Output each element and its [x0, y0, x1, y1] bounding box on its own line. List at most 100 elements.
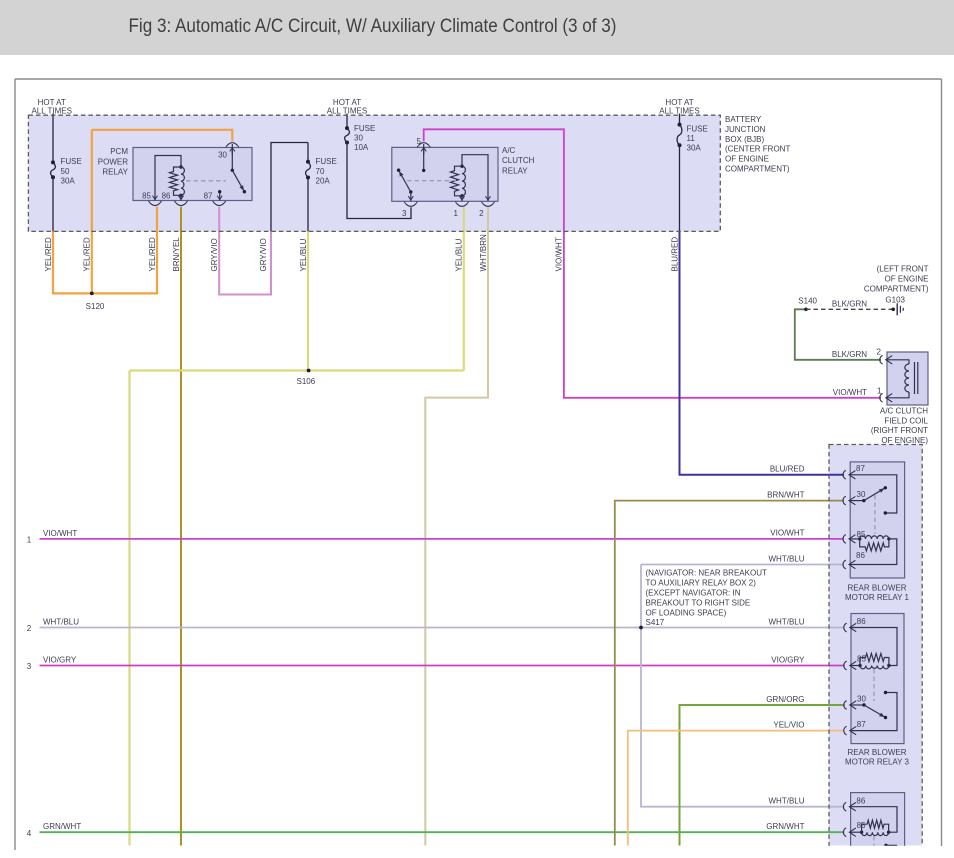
svg-text:PCM: PCM — [110, 147, 128, 156]
svg-text:87: 87 — [204, 191, 213, 200]
svg-text:1: 1 — [27, 536, 32, 545]
svg-text:70: 70 — [316, 167, 325, 176]
svg-text:FUSE: FUSE — [687, 124, 708, 133]
svg-text:OF ENGINE): OF ENGINE) — [881, 436, 928, 445]
svg-text:BATTERY: BATTERY — [725, 115, 762, 124]
svg-text:HOT AT: HOT AT — [665, 98, 693, 107]
svg-text:3: 3 — [402, 209, 407, 218]
svg-text:FUSE: FUSE — [316, 157, 337, 166]
svg-text:10A: 10A — [354, 143, 369, 152]
svg-text:(RIGHT FRONT: (RIGHT FRONT — [871, 426, 928, 435]
svg-text:COMPARTMENT): COMPARTMENT) — [864, 284, 929, 293]
svg-text:GRN/WHT: GRN/WHT — [43, 822, 81, 831]
svg-text:OF LOADING SPACE): OF LOADING SPACE) — [646, 608, 727, 617]
svg-text:VIO/WHT: VIO/WHT — [555, 237, 564, 271]
svg-text:86: 86 — [162, 191, 171, 200]
svg-text:VIO/WHT: VIO/WHT — [833, 388, 867, 397]
svg-text:YEL/RED: YEL/RED — [148, 237, 157, 271]
svg-text:HOT AT: HOT AT — [38, 98, 66, 107]
svg-text:BLU/RED: BLU/RED — [670, 237, 679, 272]
svg-text:G103: G103 — [885, 296, 905, 305]
svg-text:S140: S140 — [798, 297, 817, 306]
svg-text:4: 4 — [27, 829, 32, 838]
svg-text:ALL TIMES: ALL TIMES — [659, 107, 699, 116]
svg-text:3: 3 — [27, 662, 32, 671]
svg-text:JUNCTION: JUNCTION — [725, 125, 766, 134]
svg-text:86: 86 — [856, 551, 865, 560]
svg-text:87: 87 — [857, 720, 866, 729]
svg-text:ALL TIMES: ALL TIMES — [327, 107, 367, 116]
svg-text:WHT/BLU: WHT/BLU — [769, 554, 805, 563]
svg-text:BLK/GRN: BLK/GRN — [832, 350, 867, 359]
svg-text:2: 2 — [479, 209, 484, 218]
svg-text:POWER: POWER — [98, 157, 128, 166]
svg-text:GRN/WHT: GRN/WHT — [766, 822, 804, 831]
svg-text:RELAY: RELAY — [102, 168, 128, 177]
svg-text:GRY/VIO: GRY/VIO — [259, 238, 268, 271]
svg-text:S106: S106 — [297, 377, 316, 386]
svg-text:YEL/VIO: YEL/VIO — [773, 720, 804, 729]
svg-text:GRY/VIO: GRY/VIO — [210, 238, 219, 271]
svg-text:OF ENGINE: OF ENGINE — [725, 155, 769, 164]
svg-text:2: 2 — [877, 347, 882, 356]
svg-text:85: 85 — [857, 821, 866, 830]
svg-text:OF ENGINE: OF ENGINE — [884, 274, 928, 283]
svg-text:BLK/GRN: BLK/GRN — [832, 299, 867, 308]
svg-text:CLUTCH: CLUTCH — [502, 156, 535, 165]
svg-text:5: 5 — [417, 137, 422, 146]
svg-text:S417: S417 — [646, 618, 665, 627]
svg-text:85: 85 — [857, 530, 866, 539]
svg-text:VIO/WHT: VIO/WHT — [770, 529, 804, 538]
svg-text:VIO/GRY: VIO/GRY — [771, 655, 805, 664]
svg-text:1: 1 — [454, 209, 459, 218]
svg-text:30: 30 — [857, 694, 866, 703]
svg-text:20A: 20A — [316, 176, 331, 185]
svg-text:YEL/BLU: YEL/BLU — [455, 238, 464, 271]
svg-text:BRN/WHT: BRN/WHT — [767, 490, 804, 499]
svg-text:86: 86 — [856, 796, 865, 805]
svg-text:HOT AT: HOT AT — [333, 98, 361, 107]
svg-text:BLU/RED: BLU/RED — [770, 465, 805, 474]
svg-text:ALL TIMES: ALL TIMES — [31, 107, 71, 116]
svg-text:WHT/BLU: WHT/BLU — [769, 617, 805, 626]
svg-text:S120: S120 — [86, 302, 105, 311]
svg-text:YEL/BLU: YEL/BLU — [299, 238, 308, 271]
svg-text:FIELD COIL: FIELD COIL — [884, 416, 928, 425]
svg-text:GRN/ORG: GRN/ORG — [766, 695, 804, 704]
svg-text:VIO/GRY: VIO/GRY — [43, 655, 77, 664]
svg-text:WHT/BLU: WHT/BLU — [769, 797, 805, 806]
svg-text:85: 85 — [857, 655, 866, 664]
svg-text:WHT/BLU: WHT/BLU — [43, 617, 79, 626]
svg-text:(NAVIGATOR: NEAR BREAKOUT: (NAVIGATOR: NEAR BREAKOUT — [646, 569, 767, 578]
svg-text:VIO/WHT: VIO/WHT — [43, 529, 77, 538]
svg-text:50: 50 — [61, 167, 70, 176]
svg-text:1: 1 — [877, 386, 882, 395]
svg-text:(LEFT FRONT: (LEFT FRONT — [877, 265, 929, 274]
svg-text:(EXCEPT NAVIGATOR: IN: (EXCEPT NAVIGATOR: IN — [646, 589, 741, 598]
svg-text:A/C CLUTCH: A/C CLUTCH — [880, 407, 928, 416]
svg-text:BOX (BJB): BOX (BJB) — [725, 135, 764, 144]
svg-text:30: 30 — [354, 133, 363, 142]
svg-text:WHT/BRN: WHT/BRN — [479, 234, 488, 272]
svg-text:BREAKOUT TO RIGHT SIDE: BREAKOUT TO RIGHT SIDE — [646, 598, 751, 607]
svg-text:86: 86 — [857, 617, 866, 626]
svg-text:30A: 30A — [687, 144, 702, 153]
svg-text:2: 2 — [27, 624, 32, 633]
svg-text:FUSE: FUSE — [354, 124, 375, 133]
svg-text:FUSE: FUSE — [61, 157, 82, 166]
svg-text:11: 11 — [687, 134, 696, 143]
svg-text:TO AUXILIARY RELAY BOX 2): TO AUXILIARY RELAY BOX 2) — [646, 579, 757, 588]
svg-text:RELAY: RELAY — [502, 166, 528, 175]
svg-text:REAR BLOWER: REAR BLOWER — [847, 748, 906, 757]
svg-text:YEL/RED: YEL/RED — [44, 237, 53, 271]
svg-text:87: 87 — [856, 464, 865, 473]
svg-text:BRN/YEL: BRN/YEL — [172, 237, 181, 272]
svg-text:A/C: A/C — [502, 146, 516, 155]
svg-text:MOTOR RELAY 3: MOTOR RELAY 3 — [845, 758, 910, 767]
svg-text:30: 30 — [857, 490, 866, 499]
svg-text:30: 30 — [218, 151, 227, 160]
svg-text:COMPARTMENT): COMPARTMENT) — [725, 165, 790, 174]
svg-text:(CENTER FRONT: (CENTER FRONT — [725, 145, 790, 154]
svg-text:REAR BLOWER: REAR BLOWER — [847, 583, 906, 592]
svg-text:30A: 30A — [61, 176, 76, 185]
